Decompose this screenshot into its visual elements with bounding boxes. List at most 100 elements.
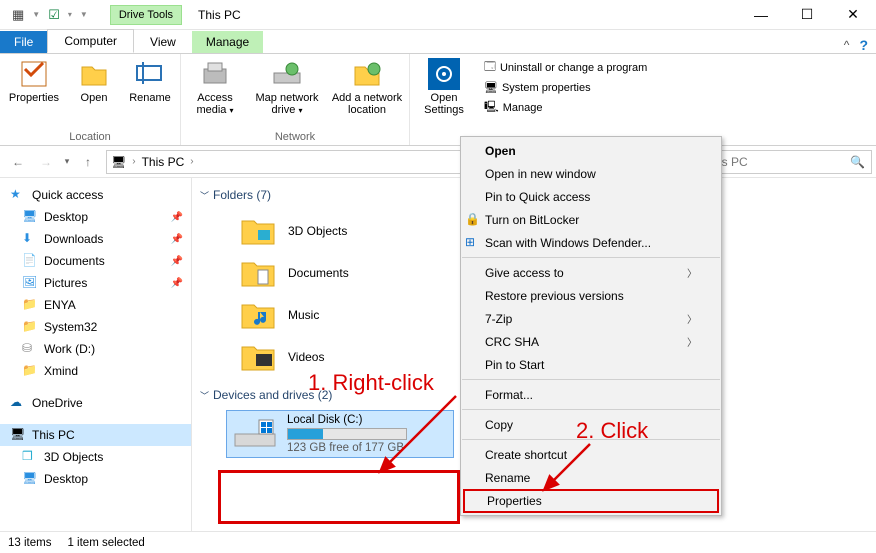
forward-button[interactable]: → [32,150,60,174]
add-network-location-button[interactable]: Add a network location [331,58,403,116]
ctx-pin-quick-access[interactable]: Pin to Quick access [461,185,721,208]
ribbon: Properties Open Rename Location Access m… [0,54,876,146]
ribbon-group-system: 🗔Uninstall or change a program 🖥System p… [478,54,653,145]
label: Open Settings [416,92,472,116]
label: Map network drive ▾ [251,92,323,116]
network-location-icon [351,58,383,90]
ctx-create-shortcut[interactable]: Create shortcut [461,443,721,466]
recent-dropdown[interactable]: ▾ [60,150,74,174]
folder-icon [240,258,276,288]
desktop-icon: 🖥 [22,209,38,225]
tab-computer[interactable]: Computer [47,29,134,53]
chevron-right-icon[interactable]: › [132,156,135,167]
tab-manage[interactable]: Manage [192,31,263,53]
collapse-icon: ﹀ [200,389,209,402]
label: Open [81,92,108,104]
ctx-give-access[interactable]: Give access to〉 [461,261,721,284]
open-button[interactable]: Open [70,58,118,104]
ctx-rename[interactable]: Rename [461,466,721,489]
open-settings-button[interactable]: Open Settings [416,58,472,116]
ctx-bitlocker[interactable]: 🔒Turn on BitLocker [461,208,721,231]
ctx-pin-start[interactable]: Pin to Start [461,353,721,376]
ribbon-collapse-icon[interactable]: ^ [844,38,850,52]
back-button[interactable]: ← [4,150,32,174]
pin-icon: 📌 [171,234,183,245]
group-label: Location [69,131,111,143]
status-bar: 13 items 1 item selected [0,531,876,553]
folder-icon: 📁 [22,297,38,313]
collapse-icon: ﹀ [200,189,209,202]
map-drive-button[interactable]: Map network drive ▾ [251,58,323,116]
drive-icon [233,418,277,450]
up-button[interactable]: ↑ [74,150,102,174]
sidebar-onedrive[interactable]: ☁OneDrive [0,392,191,414]
pin-icon: 📌 [171,256,183,267]
rename-button[interactable]: Rename [126,58,174,104]
title-bar: ▦ ▼ ☑ ▾ ▼ Drive Tools This PC — ☐ ✕ [0,0,876,30]
sidebar-xmind[interactable]: 📁Xmind [0,360,191,382]
folder-icon [240,342,276,372]
qat-dropdown-icon[interactable]: ▼ [32,10,40,19]
ctx-open[interactable]: Open [461,139,721,162]
chevron-right-icon: 〉 [687,334,697,349]
ctx-properties[interactable]: Properties [463,489,719,513]
tab-view[interactable]: View [134,31,192,53]
documents-icon: 📄 [22,253,38,269]
star-icon: ★ [10,187,26,203]
access-media-button[interactable]: Access media ▾ [187,58,243,116]
sidebar-work-d[interactable]: ⛁Work (D:) [0,338,191,360]
separator [462,439,720,440]
system-properties-button[interactable]: 🖥System properties [484,81,647,94]
properties-button[interactable]: Properties [6,58,62,104]
qat-item[interactable]: ▾ [68,10,72,19]
sidebar-quick-access[interactable]: ★Quick access [0,184,191,206]
ribbon-group-network: Access media ▾ Map network drive ▾ Add a… [181,54,410,145]
sidebar-3d-objects[interactable]: ❒3D Objects [0,446,191,468]
sidebar-this-pc[interactable]: 🖥This PC [0,424,191,446]
drive-local-c[interactable]: Local Disk (C:) 123 GB free of 177 GB [226,410,454,458]
separator [462,379,720,380]
folder-icon [240,300,276,330]
icon-app: ▦ [12,7,24,23]
sidebar-desktop[interactable]: 🖥Desktop📌 [0,206,191,228]
uninstall-icon: 🗔 [484,58,496,77]
tab-file[interactable]: File [0,31,47,53]
chevron-right-icon[interactable]: › [190,156,193,167]
minimize-button[interactable]: — [738,0,784,29]
sidebar-desktop2[interactable]: 🖥Desktop [0,468,191,490]
contextual-tab-drive-tools[interactable]: Drive Tools [110,5,182,25]
uninstall-button[interactable]: 🗔Uninstall or change a program [484,58,647,77]
sidebar-system32[interactable]: 📁System32 [0,316,191,338]
ctx-7zip[interactable]: 7-Zip〉 [461,307,721,330]
drive-icon: ⛁ [22,341,38,357]
manage-icon: 🖳 [484,98,499,117]
ribbon-group-settings: Open Settings [410,54,478,145]
ctx-copy[interactable]: Copy [461,413,721,436]
sidebar-documents[interactable]: 📄Documents📌 [0,250,191,272]
quick-access-toolbar: ▦ ▼ ☑ ▾ ▼ [0,0,92,29]
ctx-restore-versions[interactable]: Restore previous versions [461,284,721,307]
manage-button[interactable]: 🖳Manage [484,98,647,117]
sidebar-downloads[interactable]: ⬇Downloads📌 [0,228,191,250]
maximize-button[interactable]: ☐ [784,0,830,29]
ribbon-tabs: File Computer View Manage ^ ? [0,30,876,54]
ctx-format[interactable]: Format... [461,383,721,406]
ctx-defender[interactable]: ⊞Scan with Windows Defender... [461,231,721,254]
sysprops-icon: 🖥 [484,81,498,94]
pc-icon: 🖥 [10,427,26,443]
close-button[interactable]: ✕ [830,0,876,29]
help-icon[interactable]: ? [859,37,868,53]
ctx-crc-sha[interactable]: CRC SHA〉 [461,330,721,353]
sidebar-pictures[interactable]: 🖼Pictures📌 [0,272,191,294]
qat-dropdown2-icon[interactable]: ▼ [80,10,88,19]
ctx-open-new-window[interactable]: Open in new window [461,162,721,185]
media-icon [199,58,231,90]
pictures-icon: 🖼 [22,275,38,291]
breadcrumb[interactable]: This PC [142,155,185,169]
navigation-pane: ★Quick access 🖥Desktop📌 ⬇Downloads📌 📄Doc… [0,178,192,531]
group-label: Network [275,131,315,143]
sidebar-enya[interactable]: 📁ENYA [0,294,191,316]
search-box[interactable]: is PC 🔍 [712,150,872,174]
qat-checkbox[interactable]: ☑ [48,7,60,23]
folder-open-icon [78,58,110,90]
